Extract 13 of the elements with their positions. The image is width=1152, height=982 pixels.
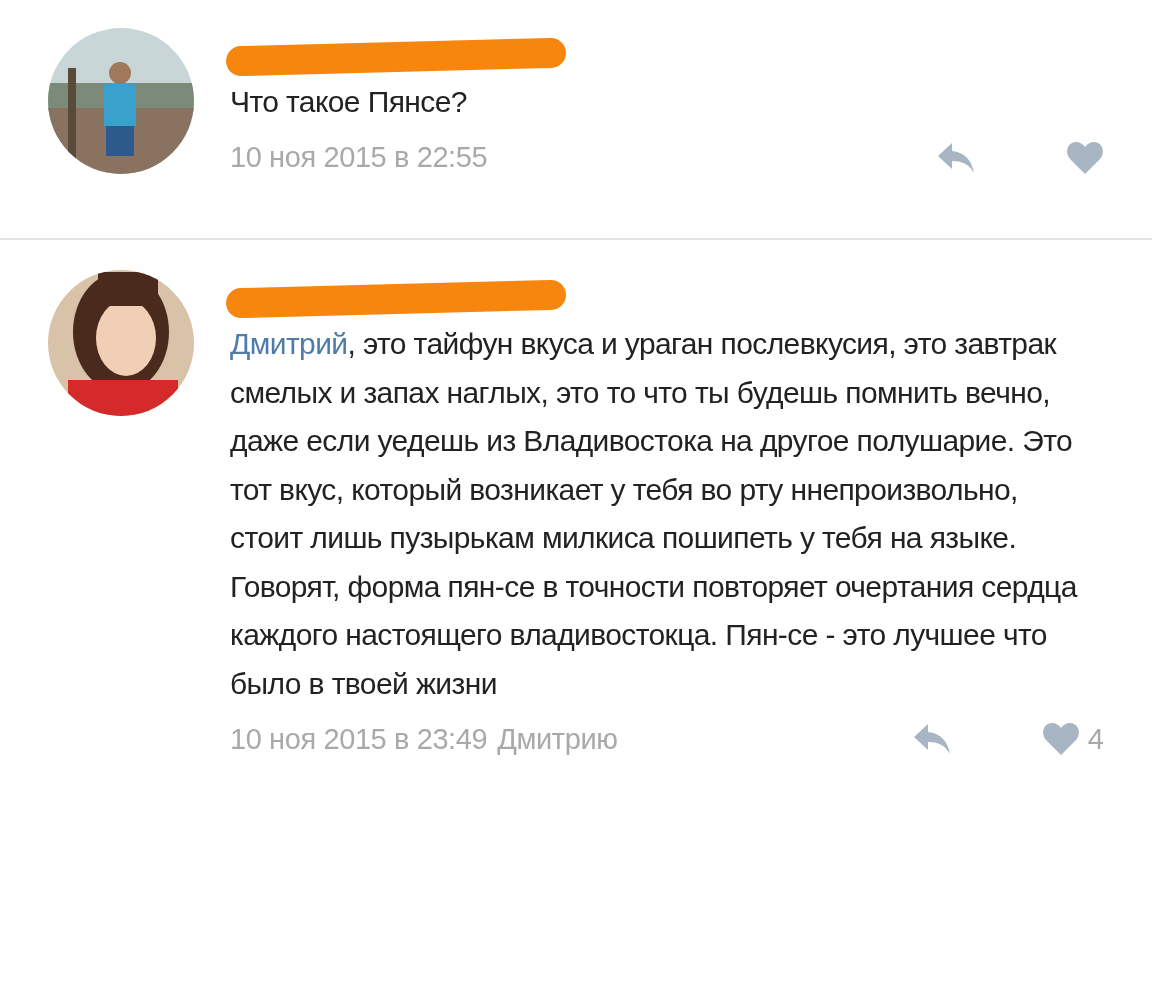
reply-icon bbox=[936, 140, 976, 175]
comment-date: 10 ноя 2015 в 22:55 bbox=[230, 141, 488, 174]
comment-date: 10 ноя 2015 в 23:49 bbox=[230, 722, 488, 756]
like-count: 4 bbox=[1087, 722, 1104, 756]
comment-text: Дмитрий, это тайфун вкуса и ураган послевкусия, это завтрак смелых и запах наглых, это то что ты будешь помнить вечно, даже если уедешь из Владивостока на другое полушарие. Это тот вкус, который возникает у тебя во рту ннепроизвольно, стоит лишь пузырькам милкиса пошипеть у тебя на языке. Говорят, форма пян-се в точности повторяет очертания сердца каждого настоящего владивостокца. Пян-се - это лучшее что было в твоей жизни bbox=[230, 326, 1079, 702]
mention-link[interactable]: Дмитрий bbox=[230, 327, 348, 360]
like-button[interactable] bbox=[1066, 140, 1104, 175]
comment-text: Что такое Пянсе? bbox=[230, 84, 468, 120]
heart-icon bbox=[1066, 140, 1104, 175]
heart-icon bbox=[1041, 722, 1080, 756]
reply-button[interactable] bbox=[936, 140, 976, 175]
reply-to-link[interactable]: Дмитрию bbox=[497, 722, 618, 756]
like-button[interactable]: 4 bbox=[1041, 722, 1104, 756]
